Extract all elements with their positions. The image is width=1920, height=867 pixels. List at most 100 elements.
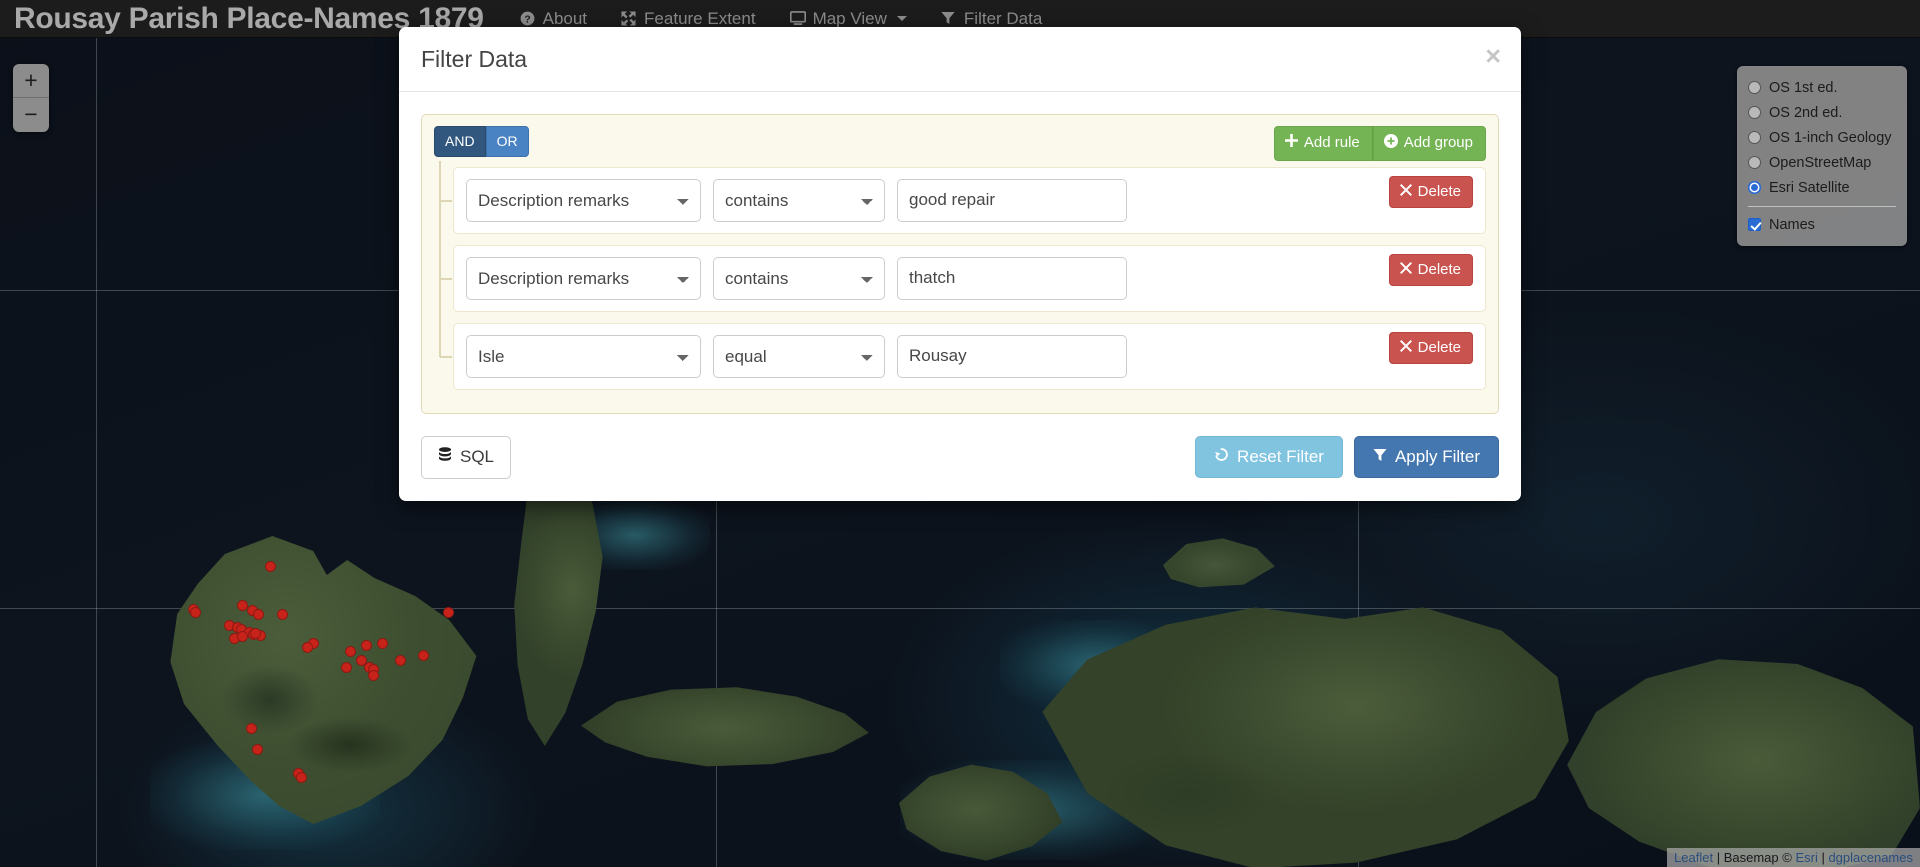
basemap-option-label: Esri Satellite: [1769, 179, 1850, 196]
add-rule-label: Add rule: [1303, 134, 1360, 152]
desktop-icon: [789, 10, 806, 27]
delete-rule-button[interactable]: Delete: [1388, 253, 1473, 286]
map-marker[interactable]: [190, 607, 201, 618]
basemap-option-openstreetmap[interactable]: OpenStreetMap: [1748, 150, 1896, 175]
rule-operator-select[interactable]: equalnot equalcontainsbegins withends wi…: [713, 334, 885, 378]
modal-title: Filter Data: [421, 46, 528, 72]
attribution-sep: |: [1817, 850, 1829, 865]
basemap-option-label: OS 1st ed.: [1769, 79, 1838, 96]
rule-field-select[interactable]: Description remarksIsleNameParishOrthogr…: [466, 256, 701, 300]
chevron-down-icon: [896, 16, 907, 21]
map-marker[interactable]: [418, 650, 429, 661]
nav-link-feature-extent[interactable]: Feature Extent: [621, 9, 756, 29]
map-marker[interactable]: [377, 638, 388, 649]
apply-filter-button[interactable]: Apply Filter: [1353, 436, 1499, 479]
map-marker[interactable]: [253, 609, 264, 620]
zoom-in-button[interactable]: +: [13, 64, 49, 98]
radio-button[interactable]: [1748, 181, 1761, 194]
map-marker[interactable]: [443, 607, 454, 618]
undo-icon: [1214, 447, 1229, 467]
map-marker[interactable]: [246, 723, 257, 734]
basemap-option-os-1-inch-geology[interactable]: OS 1-inch Geology: [1748, 125, 1896, 150]
map-marker[interactable]: [345, 646, 356, 657]
map-marker[interactable]: [395, 655, 406, 666]
radio-button[interactable]: [1748, 81, 1761, 94]
esri-link[interactable]: Esri: [1795, 850, 1817, 865]
query-builder-group-header: AND OR Add rule Add group: [434, 125, 1486, 161]
add-buttons-group[interactable]: Add rule Add group: [1273, 125, 1486, 161]
map-marker[interactable]: [302, 642, 313, 653]
rule-operator-select[interactable]: equalnot equalcontainsbegins withends wi…: [713, 178, 885, 222]
map-marker[interactable]: [361, 640, 372, 651]
filter-data-modal: Filter Data × AND OR Add rule Add group …: [399, 27, 1521, 501]
plus-circle-icon: [1383, 133, 1398, 152]
filter-rule-row: Description remarksIsleNameParishOrthogr…: [440, 322, 1486, 390]
delete-rule-label: Delete: [1417, 182, 1461, 200]
nav-link-filter-data[interactable]: Filter Data: [941, 9, 1042, 29]
map-marker[interactable]: [296, 772, 307, 783]
delete-rule-button[interactable]: Delete: [1388, 331, 1473, 364]
rule-value-input[interactable]: [897, 256, 1127, 300]
rule-value-input[interactable]: [897, 334, 1127, 378]
modal-footer: SQL Reset Filter Apply Filter: [399, 422, 1521, 501]
checkbox[interactable]: [1748, 218, 1761, 231]
map-marker[interactable]: [277, 609, 288, 620]
rule-field-select[interactable]: Description remarksIsleNameParishOrthogr…: [466, 334, 701, 378]
database-icon: [438, 446, 452, 468]
radio-button[interactable]: [1748, 106, 1761, 119]
rule-field-select[interactable]: Description remarksIsleNameParishOrthogr…: [466, 178, 701, 222]
condition-and-button[interactable]: AND: [434, 125, 486, 157]
rule-spine: [439, 160, 441, 357]
svg-text:?: ?: [524, 14, 530, 25]
question-circle-icon: ?: [520, 11, 536, 27]
map-marker[interactable]: [265, 561, 276, 572]
close-x-icon: [1399, 261, 1412, 278]
filter-rule-row: Description remarksIsleNameParishOrthogr…: [440, 244, 1486, 312]
radio-button[interactable]: [1748, 131, 1761, 144]
condition-or-button[interactable]: OR: [485, 125, 529, 157]
leaflet-link[interactable]: Leaflet: [1674, 850, 1713, 865]
map-marker[interactable]: [252, 744, 263, 755]
map-marker[interactable]: [341, 662, 352, 673]
sql-button[interactable]: SQL: [421, 435, 512, 479]
nav-link-about[interactable]: ? About: [520, 9, 587, 29]
basemap-option-os-1st-ed[interactable]: OS 1st ed.: [1748, 75, 1896, 100]
zoom-control[interactable]: + −: [13, 64, 49, 132]
reset-filter-button[interactable]: Reset Filter: [1195, 436, 1343, 479]
add-group-button[interactable]: Add group: [1372, 125, 1486, 161]
expand-arrows-icon: [621, 10, 637, 27]
rule-value-input[interactable]: [897, 178, 1127, 222]
rule-operator-select[interactable]: equalnot equalcontainsbegins withends wi…: [713, 256, 885, 300]
nav-link-label: Map View: [812, 8, 887, 28]
query-builder-rules: Description remarksIsleNameParishOrthogr…: [434, 160, 1486, 390]
map-marker[interactable]: [237, 631, 248, 642]
modal-header: Filter Data ×: [399, 27, 1521, 92]
filter-rule-row: Description remarksIsleNameParishOrthogr…: [440, 166, 1486, 234]
basemap-option-label: OpenStreetMap: [1769, 154, 1872, 171]
map-attribution: Leaflet | Basemap © Esri | dgplacenames: [1667, 848, 1920, 867]
apply-filter-label: Apply Filter: [1394, 447, 1480, 467]
attribution-basemap-text: Basemap ©: [1723, 850, 1796, 865]
radio-button[interactable]: [1748, 156, 1761, 169]
basemap-option-label: OS 1-inch Geology: [1769, 129, 1892, 146]
delete-rule-label: Delete: [1417, 260, 1461, 278]
close-icon[interactable]: ×: [1485, 43, 1501, 70]
layer-control-panel[interactable]: OS 1st ed. OS 2nd ed. OS 1-inch Geology Ope…: [1737, 66, 1907, 246]
layer-divider: [1748, 206, 1896, 207]
nav-link-label: Filter Data: [963, 8, 1043, 28]
basemap-option-esri-satellite[interactable]: Esri Satellite: [1748, 175, 1896, 200]
map-marker[interactable]: [250, 628, 261, 639]
reset-filter-label: Reset Filter: [1237, 447, 1324, 467]
condition-toggle-group[interactable]: AND OR: [434, 125, 529, 157]
filter-icon: [1373, 447, 1387, 467]
filter-icon: [941, 11, 957, 27]
map-marker[interactable]: [368, 670, 379, 681]
delete-rule-button[interactable]: Delete: [1388, 175, 1473, 208]
zoom-out-button[interactable]: −: [13, 98, 49, 132]
overlay-option-names[interactable]: Names: [1748, 212, 1896, 237]
basemap-option-os-2nd-ed[interactable]: OS 2nd ed.: [1748, 100, 1896, 125]
add-rule-button[interactable]: Add rule: [1273, 125, 1373, 161]
nav-link-map-view[interactable]: Map View: [789, 8, 907, 29]
dgplacenames-link[interactable]: dgplacenames: [1828, 850, 1913, 865]
nav-link-label: Feature Extent: [644, 8, 756, 28]
